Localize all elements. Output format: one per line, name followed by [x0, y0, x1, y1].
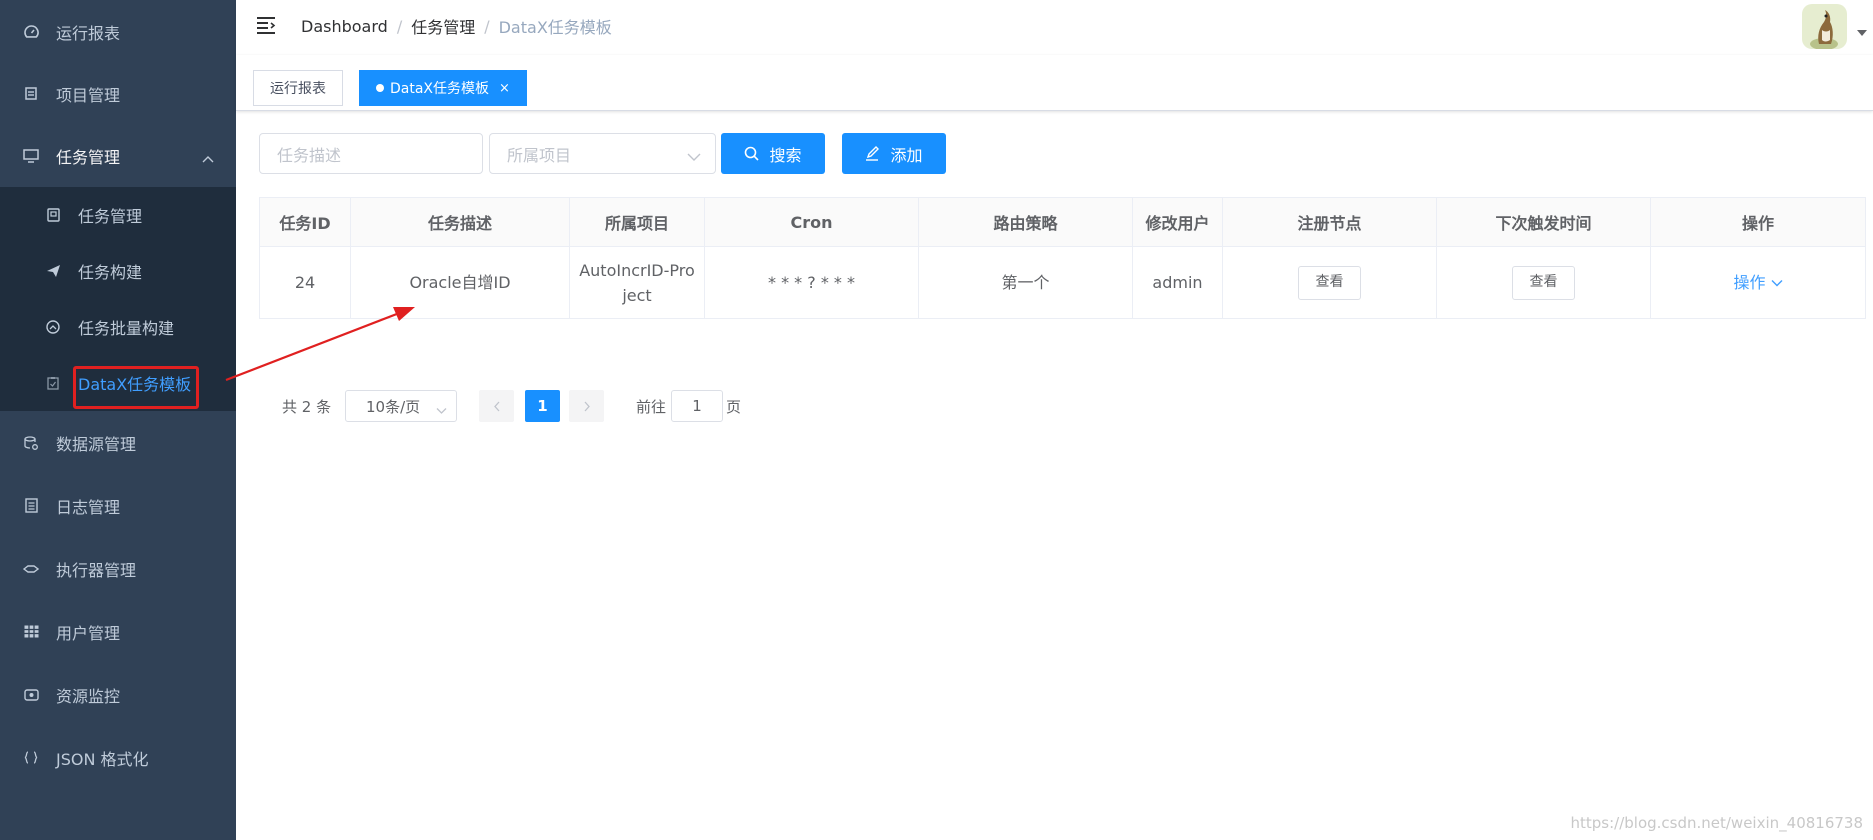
watermark: https://blog.csdn.net/weixin_40816738 [1570, 814, 1863, 832]
annotation-arrow [225, 307, 415, 382]
